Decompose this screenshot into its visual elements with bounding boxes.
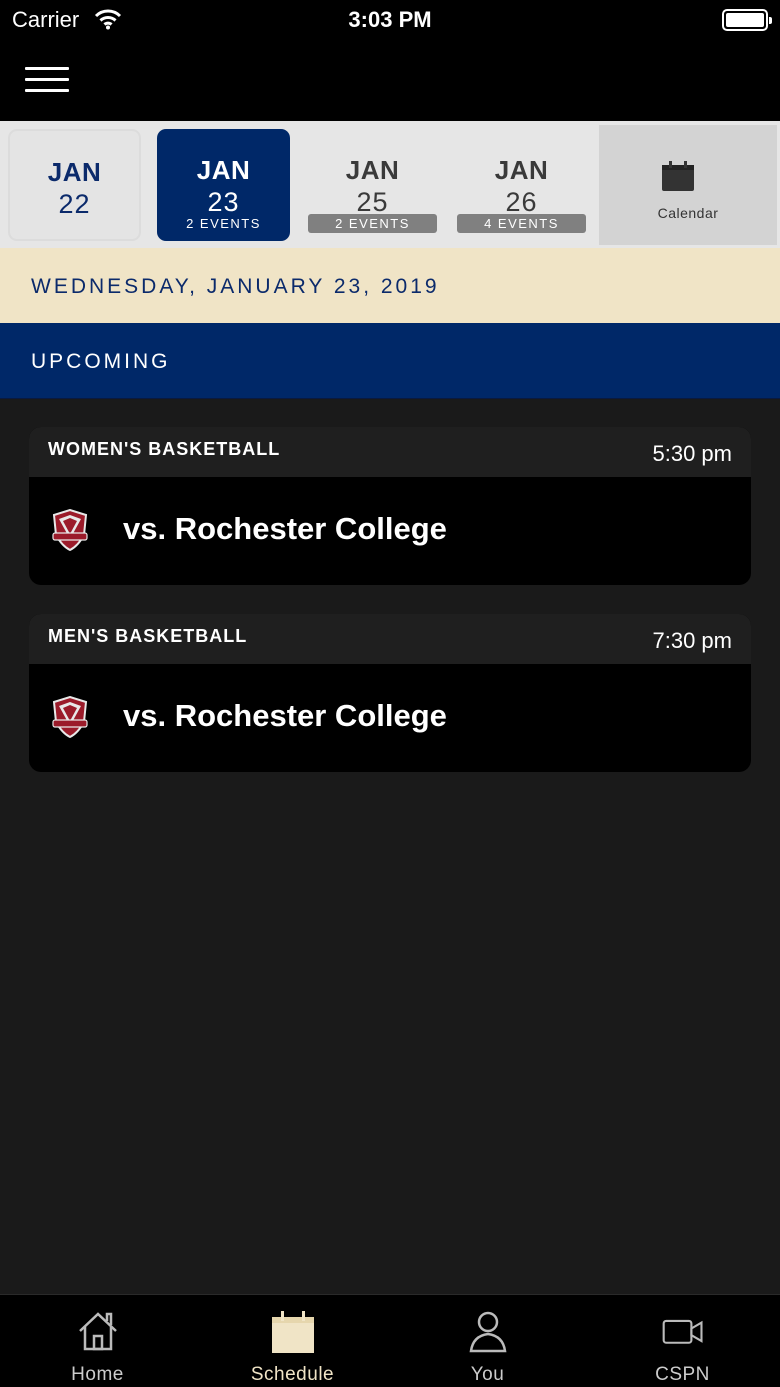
- status-bar: Carrier 3:03 PM: [0, 0, 780, 40]
- event-sport: WOMEN'S BASKETBALL: [48, 439, 281, 459]
- event-count-badge: 2 EVENTS: [308, 214, 437, 233]
- video-camera-icon: [662, 1319, 703, 1344]
- status-time: 3:03 PM: [348, 7, 432, 32]
- tab-home[interactable]: Home: [0, 1295, 195, 1387]
- date-tile-day: 22: [58, 189, 91, 219]
- person-icon: [469, 1311, 507, 1353]
- selected-date-header: WEDNESDAY, JANUARY 23, 2019: [0, 248, 780, 323]
- event-sport: MEN'S BASKETBALL: [48, 626, 248, 646]
- date-tile-jan-26[interactable]: JAN 26 4 EVENTS: [455, 129, 588, 241]
- section-title: UPCOMING: [31, 350, 171, 373]
- date-tile-month: JAN: [196, 155, 251, 185]
- date-strip: JAN 22 JAN 23 2 EVENTS JAN 25 2 EVENTS J…: [0, 121, 780, 248]
- date-tile-month: JAN: [47, 157, 102, 187]
- event-card-header: MEN'S BASKETBALL 7:30 pm: [29, 614, 751, 664]
- tab-label: CSPN: [655, 1364, 710, 1385]
- date-tile-jan-25[interactable]: JAN 25 2 EVENTS: [306, 129, 439, 241]
- battery-icon: [722, 9, 772, 31]
- event-card-header: WOMEN'S BASKETBALL 5:30 pm: [29, 427, 751, 477]
- event-time: 5:30 pm: [652, 441, 733, 466]
- calendar-label: Calendar: [657, 205, 719, 221]
- event-count-badge: 4 EVENTS: [457, 214, 586, 233]
- tab-you[interactable]: You: [390, 1295, 585, 1387]
- menu-icon[interactable]: [25, 67, 69, 93]
- event-opponent: vs. Rochester College: [123, 698, 447, 733]
- tab-label: Schedule: [250, 1364, 335, 1385]
- event-card[interactable]: WOMEN'S BASKETBALL 5:30 pm vs. Rochester…: [29, 427, 751, 585]
- tab-label: Home: [71, 1364, 124, 1385]
- warriors-logo-icon: [52, 509, 88, 551]
- tab-label: You: [470, 1364, 505, 1385]
- calendar-icon: [662, 161, 694, 191]
- tab-schedule[interactable]: Schedule: [195, 1295, 390, 1387]
- date-tile-month: JAN: [494, 155, 549, 185]
- date-tile-month: JAN: [345, 155, 400, 185]
- event-time: 7:30 pm: [652, 628, 733, 653]
- calendar-button[interactable]: Calendar: [599, 125, 777, 245]
- event-opponent: vs. Rochester College: [123, 511, 447, 546]
- calendar-icon: [272, 1311, 314, 1353]
- tab-bar: Home Schedule You CSPN: [0, 1294, 780, 1387]
- upcoming-section-header: UPCOMING: [0, 323, 780, 399]
- home-icon: [79, 1312, 117, 1351]
- event-count-badge: 2 EVENTS: [186, 216, 261, 231]
- date-tile-jan-22[interactable]: JAN 22: [8, 129, 141, 241]
- selected-date-text: WEDNESDAY, JANUARY 23, 2019: [31, 275, 440, 298]
- date-tile-jan-23[interactable]: JAN 23 2 EVENTS: [157, 129, 290, 241]
- warriors-logo-icon: [52, 696, 88, 738]
- tab-cspn[interactable]: CSPN: [585, 1295, 780, 1387]
- nav-bar: [0, 40, 780, 121]
- event-card[interactable]: MEN'S BASKETBALL 7:30 pm vs. Rochester C…: [29, 614, 751, 772]
